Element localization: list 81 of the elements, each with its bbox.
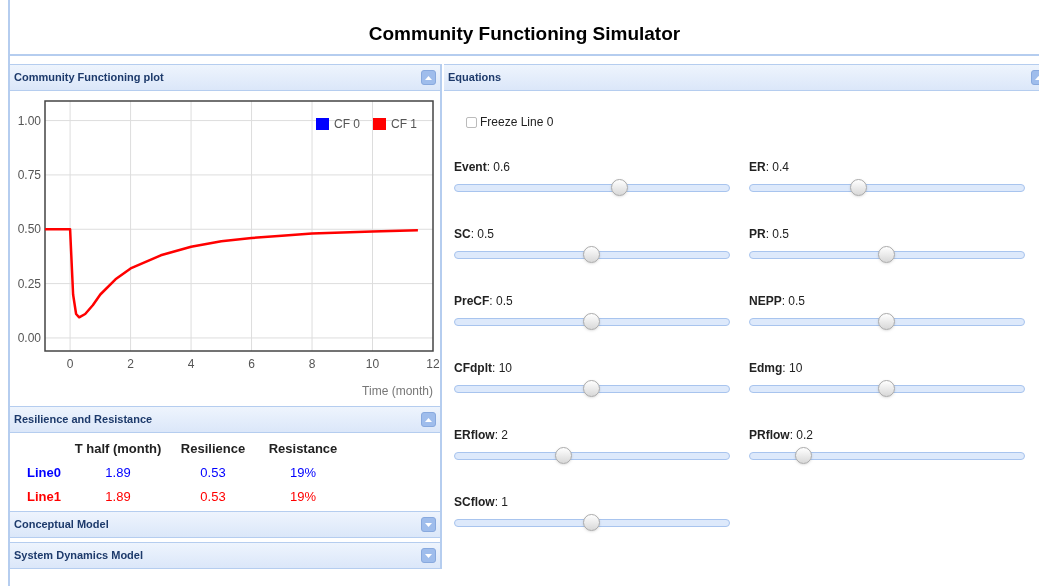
axis-tick-label: 12 [426, 357, 440, 371]
panel-title: System Dynamics Model [14, 548, 143, 564]
table-cell-text: 19% [289, 464, 317, 482]
triangle-icon [424, 73, 433, 82]
panel-title: Community Functioning plot [14, 70, 164, 86]
slider-thumb[interactable] [878, 313, 895, 330]
axis-tick-label: 8 [308, 357, 316, 371]
slider-thumb[interactable] [795, 447, 813, 464]
axis-tick-label: 10 [365, 357, 380, 371]
slider[interactable] [454, 312, 730, 331]
table-cell-text: 1.89 [104, 464, 132, 482]
table-cell-text: 0.53 [199, 464, 227, 482]
axis-tick-label: 1.00 [17, 113, 41, 128]
checkbox-label: Freeze Line 0 [480, 114, 554, 131]
slider-label: ERflow: 2 [454, 427, 509, 442]
axis-tick-label: 0.25 [17, 276, 41, 291]
slider-label: PreCF: 0.5 [454, 293, 514, 308]
column-header: Resilience [179, 440, 247, 458]
collapse-button[interactable] [421, 548, 436, 563]
panel-title: Resilience and Resistance [14, 412, 153, 428]
panel-header[interactable]: System Dynamics Model [10, 542, 440, 569]
triangle-icon [424, 415, 433, 424]
axis-tick-label: 0.00 [17, 330, 41, 345]
row-label: Line0 [26, 464, 62, 482]
slider-thumb[interactable] [583, 380, 600, 397]
row-label: Line1 [26, 488, 62, 506]
triangle-icon [424, 520, 433, 529]
slider-thumb[interactable] [878, 380, 895, 397]
panel-header[interactable]: Community Functioning plot [10, 64, 440, 91]
table-cell-text: 19% [289, 488, 317, 506]
legend-label: CF 0 [334, 117, 360, 131]
slider[interactable] [454, 245, 730, 264]
collapse-button[interactable] [421, 412, 436, 427]
panel-header[interactable]: Equations [444, 64, 1039, 91]
legend-label: CF 1 [391, 117, 417, 131]
collapse-button[interactable] [421, 70, 436, 85]
slider-label: SCflow: 1 [454, 494, 509, 509]
slider-thumb[interactable] [878, 246, 895, 263]
slider[interactable] [749, 312, 1025, 331]
slider[interactable] [749, 446, 1025, 465]
axis-tick-label: 0 [66, 357, 74, 371]
checkbox[interactable] [466, 116, 477, 128]
panel-header[interactable]: Conceptual Model [10, 511, 440, 538]
slider[interactable] [454, 379, 730, 398]
slider[interactable] [749, 245, 1025, 264]
panel-header[interactable]: Resilience and Resistance [10, 406, 440, 433]
slider-thumb[interactable] [555, 447, 573, 464]
slider[interactable] [749, 379, 1025, 398]
column-header: Resistance [267, 440, 339, 458]
axis-tick-label: 6 [248, 357, 255, 371]
table-cell-text: 1.89 [104, 488, 132, 506]
column-header: T half (month) [73, 440, 163, 458]
slider-label: Edmg: 10 [749, 360, 804, 375]
slider[interactable] [749, 178, 1025, 197]
slider-label: Event: 0.6 [454, 159, 512, 174]
page-title: Community Functioning Simulator [368, 21, 681, 46]
slider-label: ER: 0.4 [749, 159, 791, 174]
slider[interactable] [454, 178, 730, 197]
axis-tick-label: 0.75 [17, 167, 41, 182]
slider-label: SC: 0.5 [454, 226, 496, 241]
axis-tick-label: 4 [187, 357, 195, 371]
panel-title: Conceptual Model [14, 517, 109, 533]
panel-title: Equations [448, 70, 502, 86]
slider-label: PR: 0.5 [749, 226, 791, 241]
slider-label: NEPP: 0.5 [749, 293, 807, 308]
slider-label: PRflow: 0.2 [749, 427, 815, 442]
slider[interactable] [454, 513, 730, 532]
slider-thumb[interactable] [610, 179, 628, 196]
axis-tick-label: 2 [127, 357, 134, 371]
slider-thumb[interactable] [850, 179, 868, 196]
freeze-checkbox[interactable]: Freeze Line 0 [466, 114, 1039, 130]
slider[interactable] [454, 446, 730, 465]
axis-label: Time (month) [362, 384, 433, 398]
slider-thumb[interactable] [583, 246, 600, 263]
collapse-button[interactable] [421, 517, 436, 532]
table-cell-text: 0.53 [199, 488, 227, 506]
axis-tick-label: 0.50 [17, 222, 41, 237]
slider-thumb[interactable] [583, 313, 600, 330]
triangle-icon [424, 551, 433, 560]
slider-thumb[interactable] [583, 514, 600, 531]
slider-label: CFdplt: 10 [454, 360, 513, 375]
